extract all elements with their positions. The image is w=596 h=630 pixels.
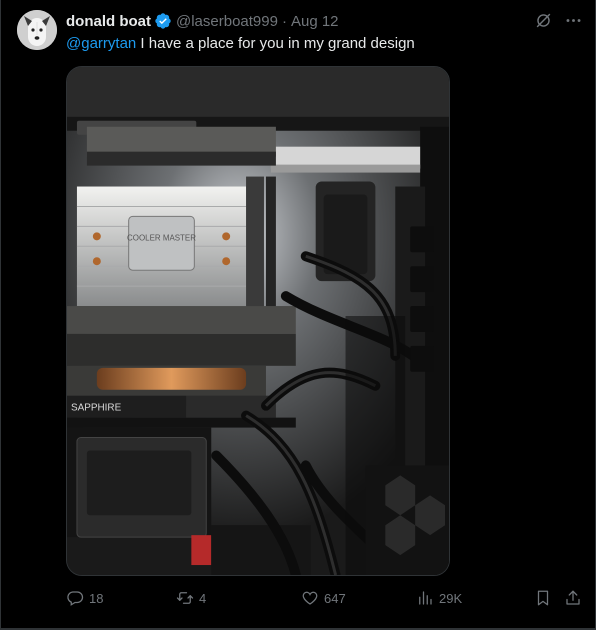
views-button[interactable]: 29K [416,589,462,607]
user-handle[interactable]: @laserboat999 [176,13,278,30]
tweet-photo[interactable]: COOLER MASTER SAPPHIRE [66,66,450,576]
top-actions [533,10,583,30]
tweet-body-text: I have a place for you in my grand desig… [136,35,415,52]
views-count: 29K [439,590,463,606]
share-icon [566,590,580,605]
grok-icon[interactable] [533,10,553,30]
tweet-card[interactable]: donald boat @laserboat999 · Aug 12 @garr… [0,0,596,630]
repost-icon [176,592,194,604]
separator-dot: · [281,12,287,30]
bookmark-icon [537,590,549,606]
like-button[interactable]: 647 [301,589,346,607]
views-icon [419,591,432,605]
reply-button[interactable]: 18 [66,589,103,607]
gpu-brand-text: SAPPHIRE [71,403,122,414]
like-count: 647 [324,590,346,606]
mention-link[interactable]: @garrytan [66,35,136,52]
heart-icon [302,591,318,605]
share-button[interactable] [564,589,582,607]
display-name[interactable]: donald boat [66,13,151,30]
pc-case-photo: COOLER MASTER SAPPHIRE [67,67,449,575]
tweet-header: donald boat @laserboat999 · Aug 12 [66,11,579,31]
dog-avatar-icon [17,10,57,50]
divider [1,628,595,629]
tweet-date[interactable]: Aug 12 [291,13,339,30]
more-icon[interactable] [563,10,583,30]
bookmark-button[interactable] [534,589,552,607]
action-bar: 18 4 647 29K [66,589,586,609]
avatar[interactable] [17,10,57,50]
repost-count: 4 [199,590,207,606]
reply-count: 18 [89,590,104,606]
cooler-brand-text: COOLER MASTER [127,233,196,242]
repost-button[interactable]: 4 [176,589,206,607]
tweet-text: @garrytan I have a place for you in my g… [66,34,579,54]
reply-icon [67,591,84,606]
verified-badge-icon[interactable] [154,12,172,30]
